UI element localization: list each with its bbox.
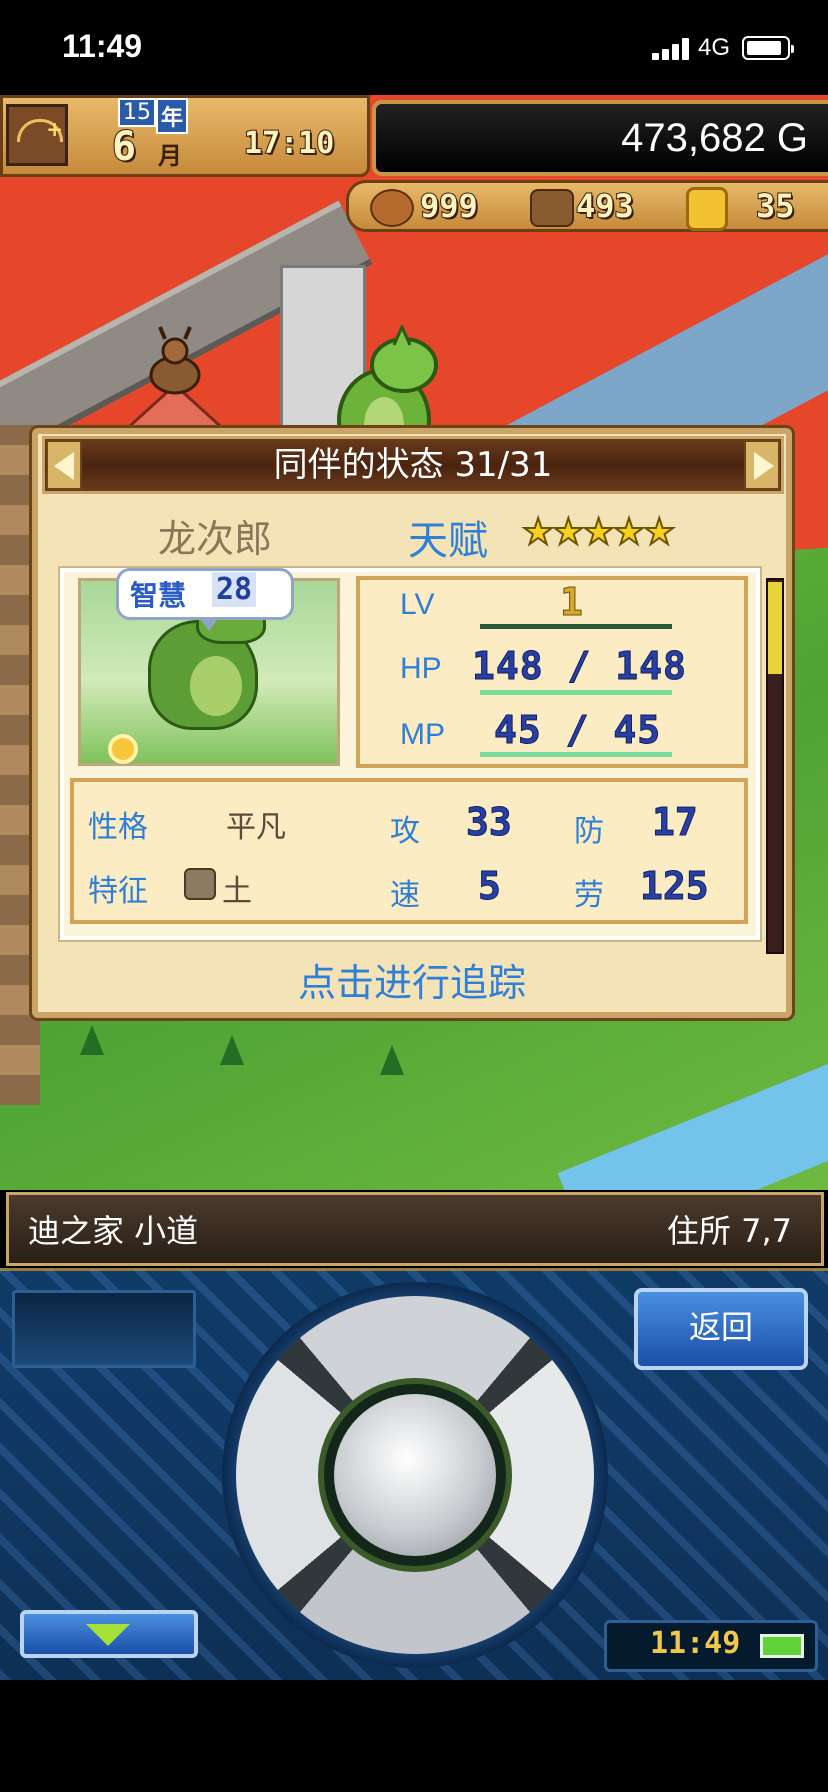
talent-label: 天赋 [408,518,488,564]
character-name: 龙次郎 [158,517,273,561]
month-number: 6 [111,123,137,171]
dpad-center-button[interactable] [334,1394,496,1556]
wood-log-icon [530,189,574,227]
hp-bar [480,690,672,695]
defense-value: 17 [652,800,699,845]
tree-icon [220,1035,244,1065]
back-button-label[interactable]: 返回 [634,1288,808,1370]
dialog-title: 同伴的状态 31/31 [273,445,553,485]
trait-label: 特征 [88,874,148,909]
food-meat-icon [370,189,414,227]
location-name: 迪之家 小道 [28,1212,199,1250]
location-coordinates: 住所 7,7 [666,1212,792,1250]
tree-icon [380,1045,404,1075]
ore-count: 35 [755,186,796,226]
lv-bar [480,624,672,629]
battery-icon [742,36,794,60]
nature-value: 平凡 [226,810,286,845]
attack-label: 攻 [390,814,420,849]
wisdom-label: 智慧 [130,579,187,612]
clock-compass-icon[interactable] [6,104,68,166]
controller-info-slot [12,1290,196,1368]
next-companion-button[interactable] [744,440,780,490]
ore-nugget-icon [686,187,728,231]
wood-count: 493 [575,186,635,226]
attack-value: 33 [466,800,513,845]
defense-label: 防 [574,814,604,849]
battery-level-icon [760,1634,804,1658]
food-count: 999 [419,186,479,226]
hp-label: HP [400,652,442,685]
arrow-right-icon [754,452,774,480]
hp-value: 148 / 148 [472,644,687,689]
trait-value: 土 [222,874,252,909]
cellular-signal-icon [652,38,692,60]
speed-label: 速 [390,878,420,913]
dinosaur-belly [190,656,242,716]
labor-label: 劳 [574,878,604,913]
earth-element-icon [184,868,216,900]
tree-icon [80,1025,104,1055]
lv-value: 1 [560,580,584,625]
deer-creature-icon[interactable] [140,325,210,405]
year-number: 15 [118,98,156,127]
month-label: 月 [158,142,182,170]
year-label: 年 [156,98,189,134]
chevron-down-icon [86,1624,130,1646]
flower-icon [112,738,134,760]
scrollbar-thumb[interactable] [768,582,782,674]
device-clock: 11:49 [650,1626,741,1661]
wisdom-value: 28 [212,572,257,607]
mp-value: 45 / 45 [493,708,662,753]
speed-value: 5 [478,864,502,909]
arrow-left-icon [54,452,74,480]
status-time: 11:49 [62,28,143,64]
game-time: 17:10 [243,125,335,162]
nature-label: 性格 [88,810,148,845]
labor-value: 125 [640,864,710,909]
previous-companion-button[interactable] [46,440,82,490]
mp-bar [480,752,672,757]
mp-label: MP [400,718,445,751]
bottom-letterbox [0,1680,828,1792]
network-type: 4G [698,34,731,61]
money-amount: 473,682 G [621,116,808,160]
track-companion-link[interactable]: 点击进行追踪 [32,952,792,1007]
lv-label: LV [400,588,435,621]
talent-stars: ★★★★★ [521,511,676,554]
